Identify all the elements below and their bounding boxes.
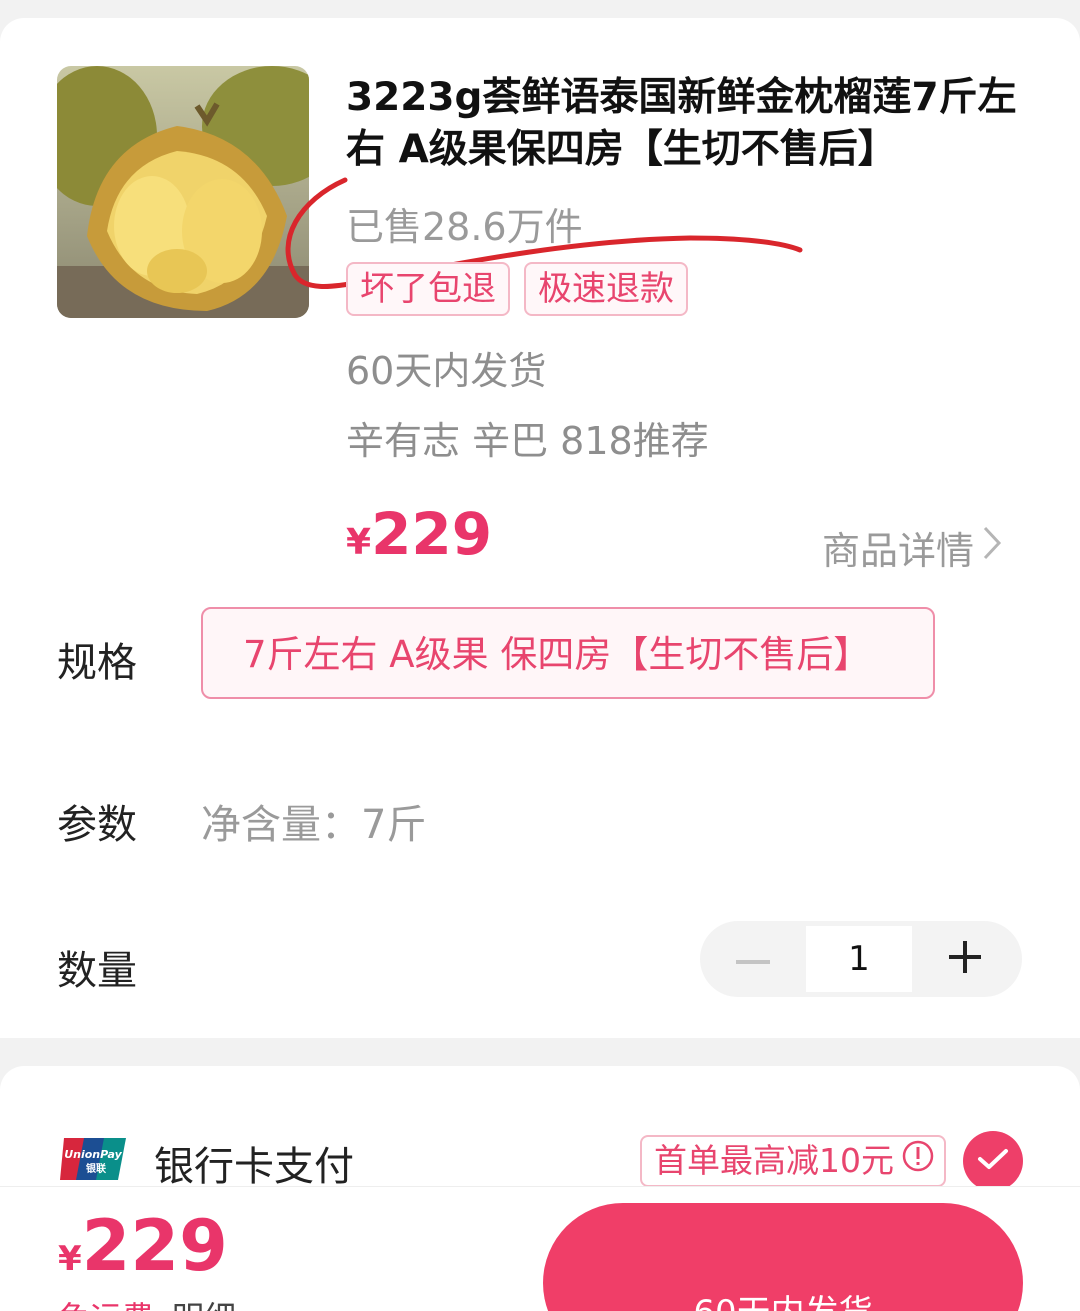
detail-link-label: 商品详情 [822,529,975,573]
service-tags: 坏了包退 极速退款 [346,262,688,316]
spec-label: 规格 [57,640,137,686]
tag-return-if-spoiled: 坏了包退 [346,262,510,316]
currency-symbol: ¥ [346,522,372,563]
quantity-label: 数量 [57,948,137,994]
first-order-promo-badge[interactable]: 首单最高减10元 [640,1135,946,1187]
check-icon [977,1147,1009,1175]
quantity-stepper: 1 [700,921,1022,997]
params-value: 净含量：7斤 [201,802,427,848]
svg-text:UnionPay: UnionPay [64,1148,122,1161]
chevron-right-icon [982,525,1002,570]
decrement-button[interactable] [700,921,806,997]
plus-icon [949,941,981,977]
payment-selected-radio[interactable] [963,1131,1023,1191]
product-price: ¥229 [346,500,492,568]
shipping-time: 60天内发货 [346,349,547,393]
minus-icon [736,950,770,969]
recommendation: 辛有志 辛巴 818推荐 [346,419,709,463]
free-shipping-label: 免运费 [58,1299,154,1311]
payment-method-label: 银行卡支付 [154,1144,354,1190]
params-label: 参数 [57,802,137,848]
buy-button-label: 60天内发货 [693,1293,872,1311]
quantity-value[interactable]: 1 [806,926,912,992]
total-price: ¥229 [58,1205,228,1287]
svg-text:银联: 银联 [86,1162,106,1175]
tag-fast-refund: 极速退款 [524,262,688,316]
unionpay-icon: UnionPay 银联 [58,1136,128,1186]
checkout-footer: ¥229 免运费 明细 60天内发货 [0,1186,1080,1311]
product-detail-link[interactable]: 商品详情 [822,520,1002,575]
price-detail-link[interactable]: 明细 [172,1299,236,1311]
increment-button[interactable] [912,921,1018,997]
product-title: 3223g荟鲜语泰国新鲜金枕榴莲7斤左右 A级果保四房【生切不售后】 [346,75,1017,172]
buy-button[interactable]: 60天内发货 [543,1203,1023,1311]
price-value: 229 [371,500,493,568]
promo-text: 首单最高减10元 [654,1141,894,1180]
shipping-info: 免运费 明细 [58,1293,236,1311]
footer-currency-symbol: ¥ [58,1239,82,1279]
info-icon [902,1137,934,1185]
footer-price-value: 229 [81,1205,228,1287]
spec-option-selected[interactable]: 7斤左右 A级果 保四房【生切不售后】 [201,607,935,699]
